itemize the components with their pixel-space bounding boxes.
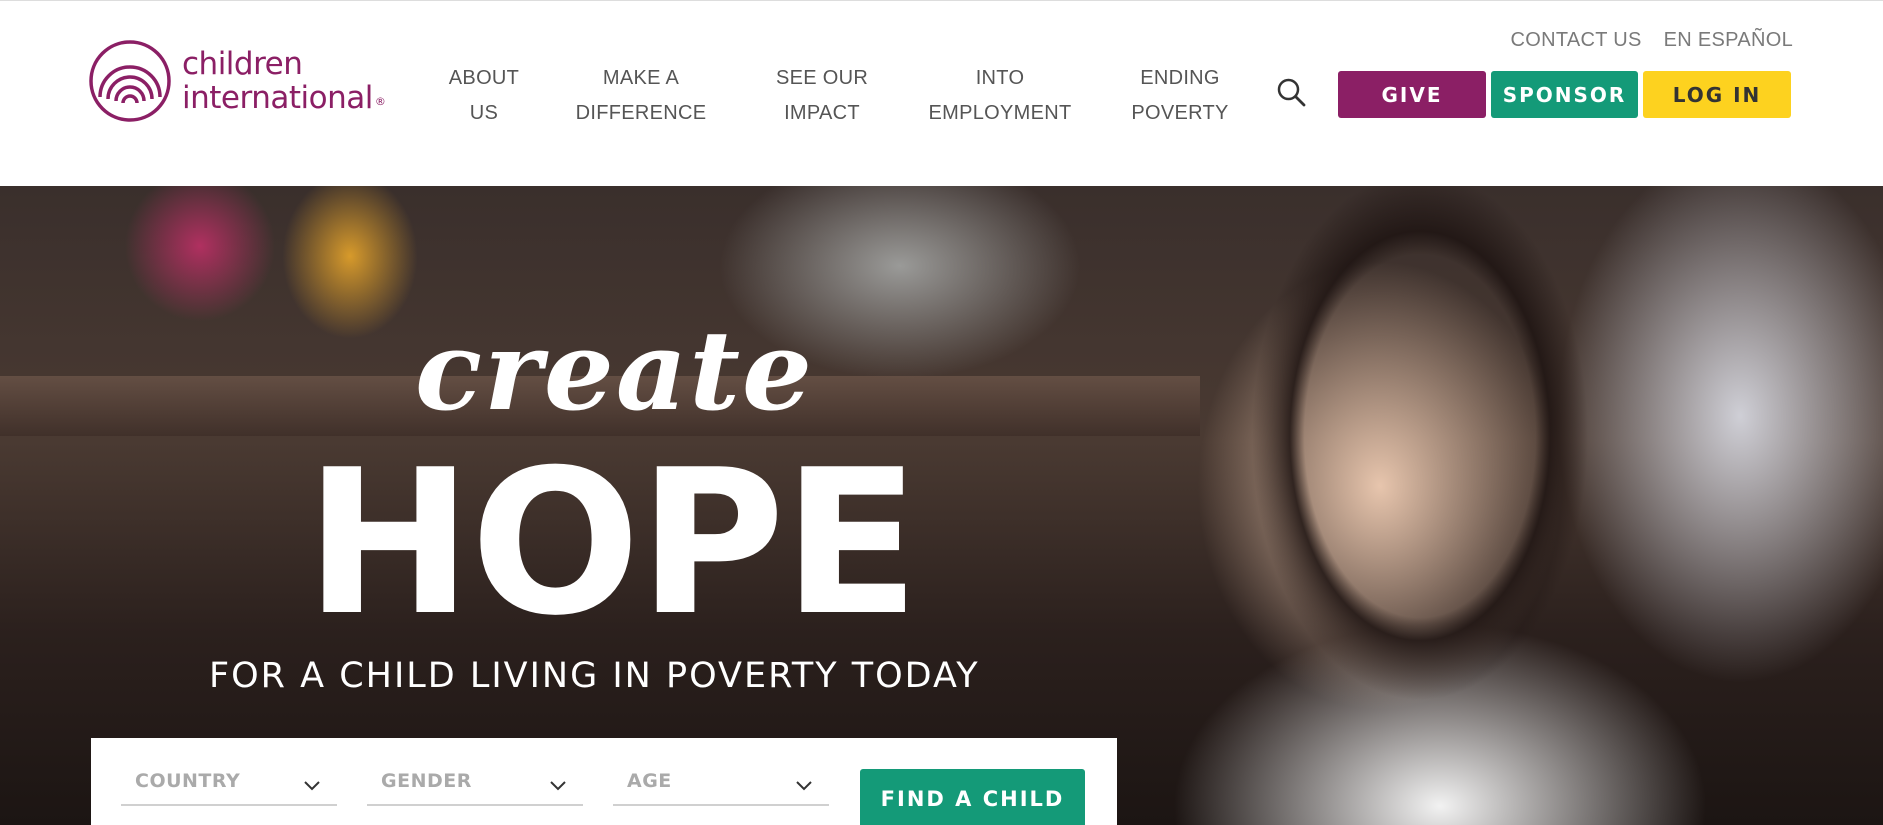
sponsor-button[interactable]: SPONSOR xyxy=(1491,71,1638,118)
hero-text: create HOPE FOR A CHILD LIVING IN POVERT… xyxy=(0,186,1120,825)
age-select[interactable]: AGE xyxy=(613,760,829,806)
logo-wordmark: children international ® xyxy=(182,46,386,116)
nav-see-our-impact-line1: SEE OUR xyxy=(775,67,869,89)
search-icon xyxy=(1277,78,1306,107)
nav-into-employment[interactable]: INTO EMPLOYMENT xyxy=(910,61,1090,131)
nav-about-us-line1: ABOUT xyxy=(448,67,520,89)
nav-make-a-difference-line1: MAKE A xyxy=(602,67,680,89)
logo[interactable]: children international ® xyxy=(88,39,386,123)
nav-ending-poverty-line1: ENDING xyxy=(1140,67,1220,89)
nav-about-us-line2: US xyxy=(469,102,499,124)
site-header: children international ® CONTACT US EN ES… xyxy=(0,0,1883,186)
chevron-down-icon xyxy=(550,781,566,791)
hero-headline: HOPE xyxy=(305,427,920,660)
hero-script-word: create xyxy=(415,306,814,435)
chevron-down-icon xyxy=(796,781,812,791)
hero-photo-child xyxy=(1210,186,1630,825)
find-a-child-button[interactable]: FIND A CHILD xyxy=(860,769,1085,825)
country-select-label: COUNTRY xyxy=(135,770,241,792)
spanish-link[interactable]: EN ESPAÑOL xyxy=(1664,29,1793,52)
nav-see-our-impact[interactable]: SEE OUR IMPACT xyxy=(734,61,910,131)
nav-see-our-impact-line2: IMPACT xyxy=(784,102,860,124)
main-nav: ABOUT US MAKE A DIFFERENCE SEE OUR IMPAC… xyxy=(420,61,1270,131)
utility-links: CONTACT US EN ESPAÑOL xyxy=(1511,29,1794,52)
gender-select[interactable]: GENDER xyxy=(367,760,583,806)
login-button[interactable]: LOG IN xyxy=(1643,71,1791,118)
nav-about-us[interactable]: ABOUT US xyxy=(420,61,548,131)
give-button[interactable]: GIVE xyxy=(1338,71,1486,118)
logo-rings-icon xyxy=(89,40,171,122)
nav-ending-poverty[interactable]: ENDING POVERTY xyxy=(1090,61,1270,131)
nav-make-a-difference-line2: DIFFERENCE xyxy=(575,102,707,124)
hero-banner: create HOPE FOR A CHILD LIVING IN POVERT… xyxy=(0,186,1883,825)
hero-subline: FOR A CHILD LIVING IN POVERTY TODAY xyxy=(209,656,980,696)
registered-mark: ® xyxy=(374,95,386,108)
nav-into-employment-line1: INTO xyxy=(975,67,1025,89)
age-select-label: AGE xyxy=(627,770,672,792)
gender-select-label: GENDER xyxy=(381,770,472,792)
search-button[interactable] xyxy=(1276,77,1306,107)
nav-make-a-difference[interactable]: MAKE A DIFFERENCE xyxy=(548,61,734,131)
country-select[interactable]: COUNTRY xyxy=(121,760,337,806)
contact-us-link[interactable]: CONTACT US xyxy=(1511,29,1642,52)
nav-ending-poverty-line2: POVERTY xyxy=(1131,102,1229,124)
chevron-down-icon xyxy=(304,781,320,791)
logo-line-2: international xyxy=(182,80,373,116)
nav-into-employment-line2: EMPLOYMENT xyxy=(928,102,1072,124)
logo-line-1: children xyxy=(182,46,303,82)
find-a-child-form: COUNTRY GENDER AGE FIND A CHILD xyxy=(91,738,1117,825)
